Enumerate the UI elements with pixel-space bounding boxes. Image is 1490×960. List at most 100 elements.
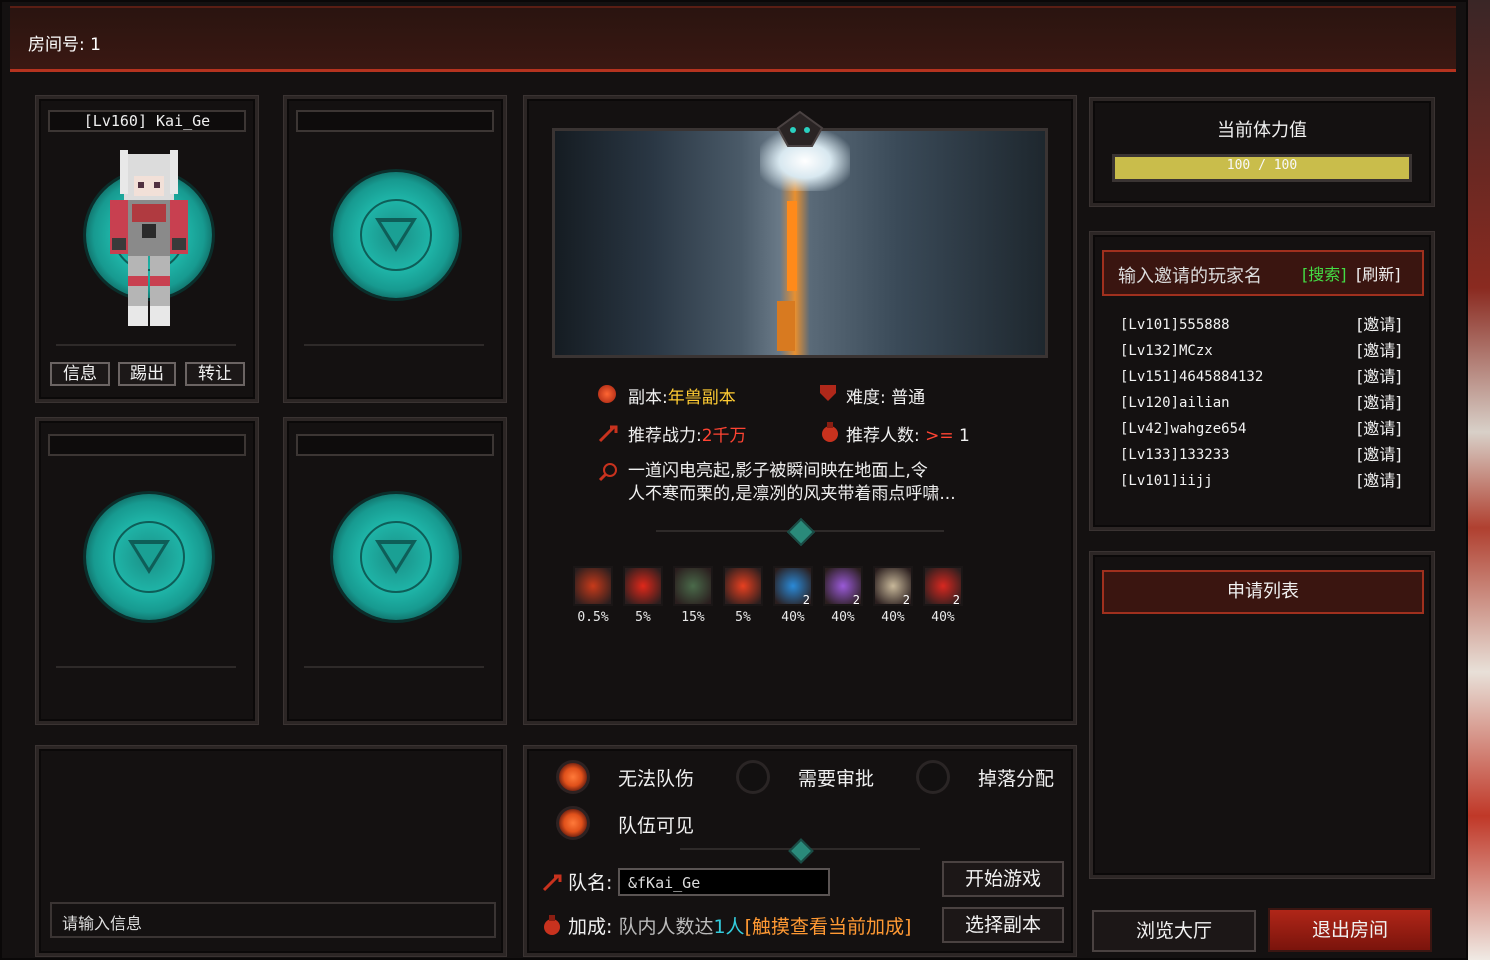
stamina-title: 当前体力值 — [1217, 120, 1307, 141]
refresh-button[interactable]: [刷新] — [1356, 261, 1401, 285]
transfer-button[interactable]: 转让 — [185, 362, 245, 386]
invite-button[interactable]: [邀请] — [1357, 312, 1402, 338]
reward-chance: 40% — [881, 610, 905, 625]
empty-slot-name — [296, 434, 494, 456]
red-envelope-icon[interactable] — [623, 566, 663, 606]
reward-chance: 15% — [681, 610, 705, 625]
invite-input[interactable]: 输入邀请的玩家名 — [1118, 266, 1262, 287]
invite-button[interactable]: [邀请] — [1357, 338, 1402, 364]
bonus-text: 队内人数达 — [618, 916, 714, 938]
dungeon-name-row: 副本:年兽副本 — [628, 383, 736, 408]
players-operator: >= — [925, 426, 954, 446]
reward-chance: 40% — [831, 610, 855, 625]
slot-divider — [56, 344, 236, 346]
dungeon-name: 年兽副本 — [667, 388, 736, 408]
rune-circle-icon — [86, 494, 212, 620]
invite-button[interactable]: [邀请] — [1357, 364, 1402, 390]
empty-slot-name — [296, 110, 494, 132]
shield-icon — [820, 385, 836, 401]
difficulty-row: 难度: 普通 — [846, 383, 925, 408]
info-button[interactable]: 信息 — [50, 362, 110, 386]
title-bar — [10, 6, 1456, 72]
reward-count: 2 — [852, 593, 860, 607]
sword-icon — [542, 874, 562, 892]
bonus-count: 1人 — [713, 916, 745, 938]
reward-count: 2 — [952, 593, 960, 607]
exit-room-button[interactable]: 退出房间 — [1268, 908, 1432, 952]
select-dungeon-button[interactable]: 选择副本 — [942, 907, 1064, 943]
reward-count: 2 — [902, 593, 910, 607]
reward-chance: 5% — [635, 610, 651, 625]
rune-circle-icon — [333, 172, 459, 298]
invite-player-name: [Lv101]iijj — [1120, 473, 1213, 489]
need-approval-label: 需要审批 — [798, 768, 875, 790]
kick-button[interactable]: 踢出 — [118, 362, 176, 386]
slot-divider — [304, 666, 484, 668]
loot-distribution-label: 掉落分配 — [978, 768, 1055, 790]
team-name-input[interactable]: &fKai_Ge — [618, 868, 830, 896]
invite-button[interactable]: [邀请] — [1357, 442, 1402, 468]
red-orb-icon[interactable] — [573, 566, 613, 606]
power-value: 2千万 — [701, 426, 747, 446]
description-line-1: 一道闪电亮起,影子被瞬间映在地面上,令 — [628, 461, 928, 481]
difficulty-value: 普通 — [891, 388, 926, 408]
search-button[interactable]: [搜索] — [1302, 261, 1347, 285]
reward-count: 2 — [802, 593, 810, 607]
team-visible-label: 队伍可见 — [618, 815, 695, 837]
blue-crystal-icon[interactable]: 2 — [773, 566, 813, 607]
chat-input[interactable]: 请输入信息 — [50, 902, 496, 938]
wan-charm-icon[interactable] — [723, 566, 763, 606]
scroll-icon — [598, 463, 617, 482]
room-number: 房间号: 1 — [28, 35, 101, 55]
dungeon-icon — [598, 385, 616, 403]
bonus-label: 加成: — [568, 916, 613, 938]
reward-chance: 0.5% — [577, 610, 609, 625]
rune-circle-icon — [333, 494, 459, 620]
reward-chance: 40% — [931, 610, 955, 625]
invite-player-name: [Lv42]wahgze654 — [1120, 421, 1247, 437]
need-approval-toggle[interactable] — [736, 760, 770, 794]
apply-list-title: 申请列表 — [1102, 570, 1424, 614]
slot-divider — [56, 666, 236, 668]
description-line-2: 人不寒而栗的,是凛冽的风夹带着雨点呼啸... — [628, 484, 956, 504]
sword-icon — [598, 425, 618, 443]
browse-lobby-button[interactable]: 浏览大厅 — [1092, 910, 1256, 952]
start-game-button[interactable]: 开始游戏 — [942, 861, 1064, 897]
invite-player-name: [Lv151]4645884132 — [1120, 369, 1264, 385]
players-row: 推荐人数: >= 1 — [846, 421, 970, 446]
power-label: 推荐战力: — [628, 426, 702, 446]
stamina-text: 100 / 100 — [1226, 158, 1298, 173]
dungeon-label: 副本: — [628, 388, 668, 408]
team-name-label: 队名: — [568, 872, 613, 894]
invite-button[interactable]: [邀请] — [1357, 468, 1402, 494]
bonus-row: 加成: 队内人数达1人[触摸查看当前加成] — [568, 912, 911, 939]
slot-divider — [304, 344, 484, 346]
crossed-bones-icon[interactable]: 2 — [873, 566, 913, 607]
red-cloth-icon[interactable]: 2 — [923, 566, 963, 607]
dungeon-description: 一道闪电亮起,影子被瞬间映在地面上,令 人不寒而栗的,是凛冽的风夹带着雨点呼啸.… — [628, 460, 956, 506]
difficulty-label: 难度: — [846, 388, 886, 408]
bonus-hover-link[interactable]: [触摸查看当前加成] — [745, 916, 912, 938]
no-friendly-fire-toggle[interactable] — [556, 760, 590, 794]
power-row: 推荐战力:2千万 — [628, 421, 747, 446]
invite-player-name: [Lv120]ailian — [1120, 395, 1230, 411]
invite-player-name: [Lv133]133233 — [1120, 447, 1230, 463]
players-label: 推荐人数: — [846, 426, 920, 446]
loot-distribution-toggle[interactable] — [916, 760, 950, 794]
reward-chance: 5% — [735, 610, 751, 625]
purple-shard-icon[interactable]: 2 — [823, 566, 863, 607]
players-value: 1 — [959, 426, 970, 446]
stamina-panel — [1090, 98, 1434, 206]
empty-slot-name — [48, 434, 246, 456]
reward-chance: 40% — [781, 610, 805, 625]
team-visible-toggle[interactable] — [556, 806, 590, 840]
player-avatar — [110, 150, 188, 326]
player-name: [Lv160] Kai_Ge — [48, 110, 246, 132]
potion-icon — [822, 422, 838, 442]
invite-button[interactable]: [邀请] — [1357, 416, 1402, 442]
background-scene — [1466, 0, 1490, 960]
treasure-chest-icon[interactable] — [673, 566, 713, 606]
ornament-crest-icon — [776, 110, 824, 147]
invite-button[interactable]: [邀请] — [1357, 390, 1402, 416]
potion-icon — [544, 915, 560, 935]
